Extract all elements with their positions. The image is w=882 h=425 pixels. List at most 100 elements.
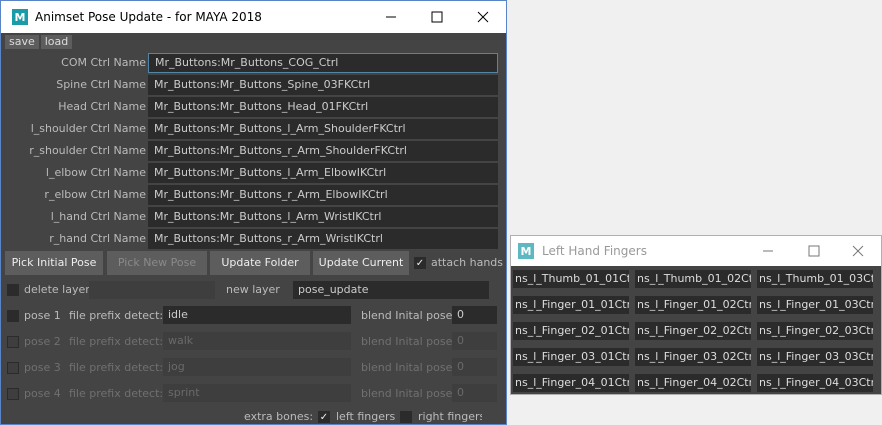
window-title: Animset Pose Update - for MAYA 2018 <box>35 10 262 24</box>
finger-ctrl-button[interactable]: ns_l_Finger_03_01Ctrl <box>513 348 629 366</box>
spine-ctrl-label: Spine Ctrl Name <box>56 78 146 91</box>
pose-3-prefix-label: file prefix detect: <box>69 361 164 374</box>
load-menu-button[interactable]: load <box>40 35 73 49</box>
spine-ctrl-row: Spine Ctrl Name Mr_Buttons:Mr_Buttons_Sp… <box>1 75 506 95</box>
com-ctrl-input[interactable]: Mr_Buttons:Mr_Buttons_COG_Ctrl <box>148 53 498 73</box>
pose-1-blend-input[interactable]: 0 <box>452 306 497 324</box>
finger-ctrl-button[interactable]: ns_l_Finger_02_02Ctrl <box>635 322 751 340</box>
attach-hands-checkbox[interactable]: ✓ <box>414 257 426 269</box>
pose-3-blend-label: blend Inital pose <box>361 361 453 374</box>
close-icon <box>852 245 864 257</box>
left-hand-fingers-window: M Left Hand Fingers ns_l_Thumb_01_01Ctrl… <box>510 235 882 395</box>
update-folder-button[interactable]: Update Folder <box>210 251 310 275</box>
pick-new-pose-button[interactable]: Pick New Pose <box>107 251 207 275</box>
r-shoulder-ctrl-label: r_shoulder Ctrl Name <box>29 144 146 157</box>
animset-pose-update-window: M Animset Pose Update - for MAYA 2018 sa… <box>0 0 507 425</box>
finger-ctrl-button[interactable]: ns_l_Finger_02_03Ctrl <box>757 322 873 340</box>
attach-hands-label: attach hands <box>431 256 504 269</box>
pose-2-prefix-input[interactable]: walk <box>163 332 351 350</box>
l-hand-ctrl-input[interactable]: Mr_Buttons:Mr_Buttons_l_Arm_WristIKCtrl <box>148 207 498 227</box>
minimize-icon <box>386 16 396 18</box>
pick-initial-pose-button[interactable]: Pick Initial Pose <box>5 251 103 275</box>
l-elbow-ctrl-input[interactable]: Mr_Buttons:Mr_Buttons_l_Arm_ElbowIKCtrl <box>148 163 498 183</box>
r-elbow-ctrl-input[interactable]: Mr_Buttons:Mr_Buttons_r_Arm_ElbowIKCtrl <box>148 185 498 205</box>
l-shoulder-ctrl-input[interactable]: Mr_Buttons:Mr_Buttons_l_Arm_ShoulderFKCt… <box>148 119 498 139</box>
pose-2-blend-label: blend Inital pose <box>361 335 453 348</box>
pose-4-prefix-input[interactable]: sprint <box>163 384 351 402</box>
finger-window-title: Left Hand Fingers <box>542 244 647 258</box>
pose-4-label: pose 4 <box>24 387 61 400</box>
l-elbow-ctrl-row: l_elbow Ctrl Name Mr_Buttons:Mr_Buttons_… <box>1 163 506 183</box>
pose-4-prefix-label: file prefix detect: <box>69 387 164 400</box>
r-shoulder-ctrl-input[interactable]: Mr_Buttons:Mr_Buttons_r_Arm_ShoulderFKCt… <box>148 141 498 161</box>
finger-ctrl-button[interactable]: ns_l_Finger_01_03Ctrl <box>757 296 873 314</box>
delete-layer-checkbox[interactable] <box>7 284 19 296</box>
r-elbow-ctrl-row: r_elbow Ctrl Name Mr_Buttons:Mr_Buttons_… <box>1 185 506 205</box>
spine-ctrl-input[interactable]: Mr_Buttons:Mr_Buttons_Spine_03FKCtrl <box>148 75 498 95</box>
finger-ctrl-button[interactable]: ns_l_Finger_04_03Ctrl <box>757 374 873 392</box>
pose-3-label: pose 3 <box>24 361 61 374</box>
l-shoulder-ctrl-row: l_shoulder Ctrl Name Mr_Buttons:Mr_Butto… <box>1 119 506 139</box>
maya-logo-icon: M <box>12 9 28 25</box>
left-fingers-label: left fingers <box>336 410 396 423</box>
head-ctrl-row: Head Ctrl Name Mr_Buttons:Mr_Buttons_Hea… <box>1 97 506 117</box>
finger-ctrl-button[interactable]: ns_l_Thumb_01_01Ctrl <box>513 270 629 288</box>
head-ctrl-input[interactable]: Mr_Buttons:Mr_Buttons_Head_01FKCtrl <box>148 97 498 117</box>
finger-close-button[interactable] <box>835 236 881 266</box>
pose-4-checkbox[interactable] <box>7 388 19 400</box>
pose-2-checkbox[interactable] <box>7 336 19 348</box>
finger-ctrl-button[interactable]: ns_l_Finger_01_01Ctrl <box>513 296 629 314</box>
pose-1-prefix-label: file prefix detect: <box>69 309 164 322</box>
pose-3-prefix-input[interactable]: jog <box>163 358 351 376</box>
maximize-icon <box>808 245 820 257</box>
maya-logo-icon: M <box>518 243 534 259</box>
new-layer-label: new layer <box>226 283 280 296</box>
r-hand-ctrl-input[interactable]: Mr_Buttons:Mr_Buttons_r_Arm_WristIKCtrl <box>148 229 498 249</box>
maximize-button[interactable] <box>414 1 460 33</box>
right-fingers-checkbox[interactable] <box>400 411 412 423</box>
save-menu-button[interactable]: save <box>5 35 39 49</box>
finger-maximize-button[interactable] <box>791 236 837 266</box>
r-shoulder-ctrl-row: r_shoulder Ctrl Name Mr_Buttons:Mr_Butto… <box>1 141 506 161</box>
pose-3-blend-input[interactable]: 0 <box>452 358 497 376</box>
pose-4-blend-input[interactable]: 0 <box>452 384 497 402</box>
pose-1-label: pose 1 <box>24 309 61 322</box>
finger-ctrl-button[interactable]: ns_l_Thumb_01_02Ctrl <box>635 270 751 288</box>
pose-2-prefix-label: file prefix detect: <box>69 335 164 348</box>
finger-ctrl-button[interactable]: ns_l_Finger_04_02Ctrl <box>635 374 751 392</box>
finger-ctrl-button[interactable]: ns_l_Finger_02_01Ctrl <box>513 322 629 340</box>
r-hand-ctrl-row: r_hand Ctrl Name Mr_Buttons:Mr_Buttons_r… <box>1 229 506 249</box>
close-button[interactable] <box>460 1 506 33</box>
finger-ctrl-button[interactable]: ns_l_Finger_03_03Ctrl <box>757 348 873 366</box>
minimize-button[interactable] <box>368 1 414 33</box>
minimize-icon <box>763 250 773 252</box>
maximize-icon <box>431 11 443 23</box>
finger-ctrl-button[interactable]: ns_l_Finger_03_02Ctrl <box>635 348 751 366</box>
title-bar: M Animset Pose Update - for MAYA 2018 <box>1 1 506 33</box>
left-fingers-checkbox[interactable]: ✓ <box>318 411 330 423</box>
com-ctrl-label: COM Ctrl Name <box>61 56 146 69</box>
checkmark-icon: ✓ <box>415 257 425 269</box>
finger-ctrl-button[interactable]: ns_l_Finger_04_01Ctrl <box>513 374 629 392</box>
checkmark-icon: ✓ <box>319 411 329 423</box>
pose-4-blend-label: blend Inital pose <box>361 387 453 400</box>
finger-ctrl-button[interactable]: ns_l_Thumb_01_03Ctrl <box>757 270 873 288</box>
delete-layer-label: delete layer <box>24 283 90 296</box>
delete-layer-field <box>89 281 215 299</box>
r-elbow-ctrl-label: r_elbow Ctrl Name <box>44 188 146 201</box>
finger-window-title-bar: M Left Hand Fingers <box>511 236 881 266</box>
pose-3-checkbox[interactable] <box>7 362 19 374</box>
menu-bar: save load <box>1 33 506 49</box>
l-shoulder-ctrl-label: l_shoulder Ctrl Name <box>30 122 146 135</box>
pose-2-blend-input[interactable]: 0 <box>452 332 497 350</box>
update-current-button[interactable]: Update Current <box>313 251 409 275</box>
head-ctrl-label: Head Ctrl Name <box>58 100 146 113</box>
finger-minimize-button[interactable] <box>745 236 791 266</box>
l-hand-ctrl-label: l_hand Ctrl Name <box>50 210 146 223</box>
com-ctrl-row: COM Ctrl Name Mr_Buttons:Mr_Buttons_COG_… <box>1 53 506 73</box>
right-fingers-label: right fingers <box>418 410 482 423</box>
new-layer-input[interactable]: pose_update <box>293 281 489 299</box>
finger-ctrl-button[interactable]: ns_l_Finger_01_02Ctrl <box>635 296 751 314</box>
pose-1-checkbox[interactable] <box>7 310 19 322</box>
pose-1-prefix-input[interactable]: idle <box>163 306 351 324</box>
